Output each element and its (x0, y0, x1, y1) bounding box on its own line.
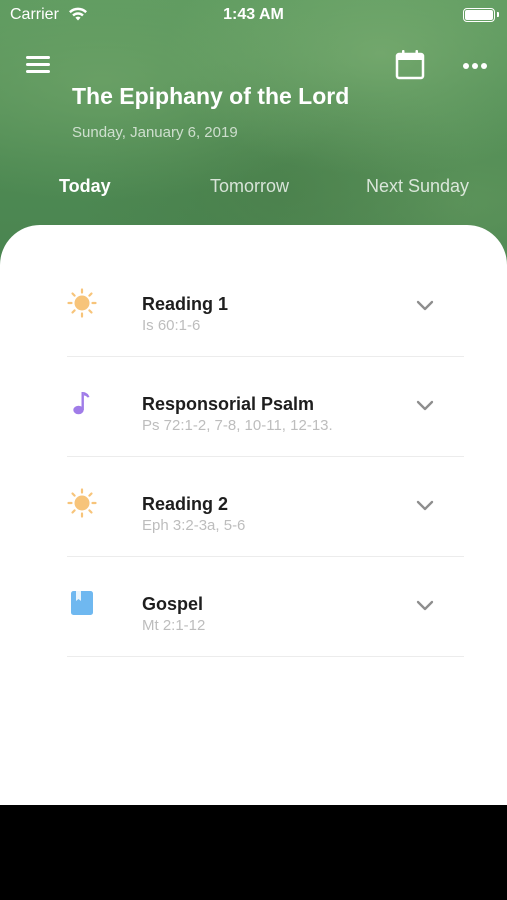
reading-item-psalm[interactable]: Responsorial Psalm Ps 72:1-2, 7-8, 10-11… (67, 357, 464, 457)
reading-reference: Ps 72:1-2, 7-8, 10-11, 12-13. (142, 417, 333, 434)
reading-item-1[interactable]: Reading 1 Is 60:1-6 (67, 257, 464, 357)
sun-icon (67, 288, 97, 318)
tab-next-sunday[interactable]: Next Sunday (366, 176, 469, 197)
tab-bar: Today Tomorrow Next Sunday (0, 176, 507, 204)
calendar-button[interactable] (394, 49, 426, 81)
book-icon (71, 591, 93, 615)
more-button[interactable] (459, 56, 491, 76)
chevron-down-icon[interactable] (415, 298, 435, 314)
reading-reference: Is 60:1-6 (142, 317, 201, 334)
sun-icon (67, 488, 97, 518)
page-title: The Epiphany of the Lord (72, 83, 350, 109)
music-note-icon (73, 392, 90, 415)
reading-title: Gospel (142, 594, 204, 614)
reading-item-gospel[interactable]: Gospel Mt 2:1-12 (67, 557, 464, 657)
status-bar: Carrier 1:43 AM (0, 0, 507, 30)
menu-icon (26, 56, 50, 59)
more-icon (463, 63, 487, 69)
reading-title: Responsorial Psalm (142, 394, 315, 414)
clock: 1:43 AM (223, 6, 284, 23)
reading-title: Reading 1 (142, 294, 229, 314)
page-date: Sunday, January 6, 2019 (72, 124, 238, 141)
chevron-down-icon[interactable] (415, 498, 435, 514)
reading-item-2[interactable]: Reading 2 Eph 3:2-3a, 5-6 (67, 457, 464, 557)
calendar-icon (395, 50, 425, 80)
chevron-down-icon[interactable] (415, 398, 435, 414)
menu-button[interactable] (24, 54, 52, 76)
battery-icon (463, 8, 499, 22)
app-screen: Carrier 1:43 AM The Epiphany of the Lord… (0, 0, 507, 805)
readings-card: Reading 1 Is 60:1-6 Responsorial Psalm P… (0, 225, 507, 805)
reading-reference: Mt 2:1-12 (142, 617, 206, 634)
reading-title: Reading 2 (142, 494, 229, 514)
tab-today[interactable]: Today (59, 176, 111, 197)
reading-reference: Eph 3:2-3a, 5-6 (142, 517, 246, 534)
bottom-bar (0, 805, 507, 900)
chevron-down-icon[interactable] (415, 598, 435, 614)
tab-tomorrow[interactable]: Tomorrow (210, 176, 289, 197)
